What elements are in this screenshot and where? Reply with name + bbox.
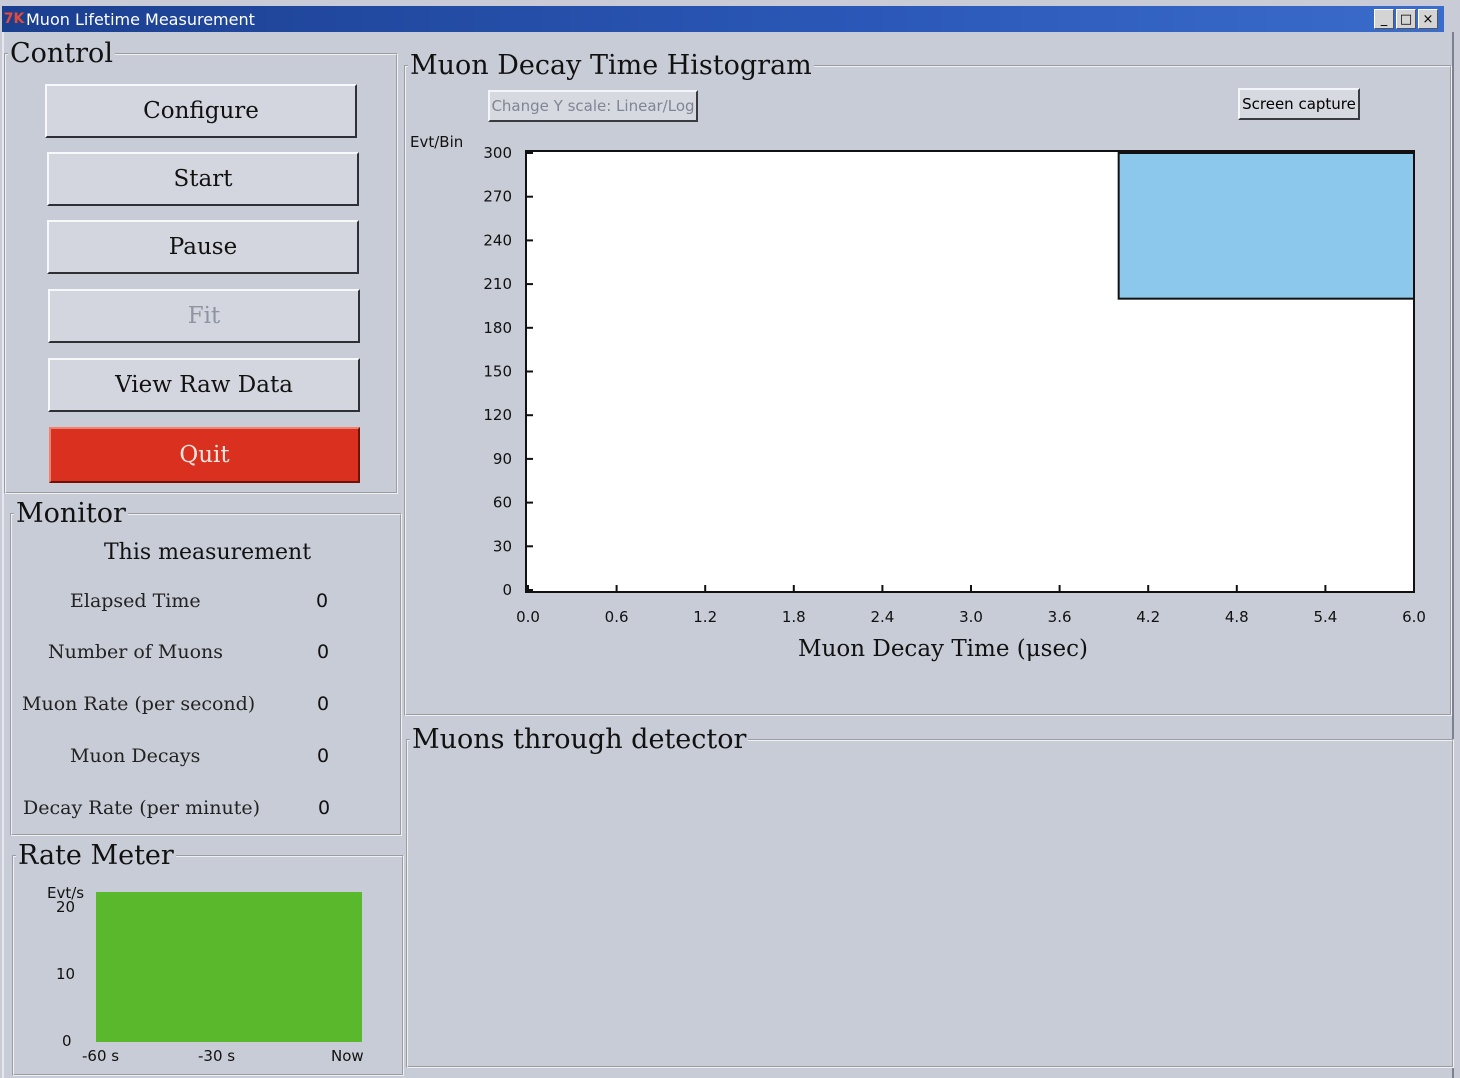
histogram-ytick-label: 270 bbox=[483, 188, 512, 206]
histogram-xtick-label: 0.6 bbox=[605, 608, 629, 626]
rate-meter-xtick-30: -30 s bbox=[198, 1047, 235, 1065]
elapsed-time-value: 0 bbox=[316, 590, 329, 612]
minimize-icon[interactable]: _ bbox=[1374, 9, 1394, 29]
start-button[interactable]: Start bbox=[47, 152, 359, 206]
histogram-chart: Evt/Bin 0 30 60 90 120 150 180 210 240 270 300 0.0 0… bbox=[410, 133, 1426, 662]
histogram-xtick-label: 6.0 bbox=[1402, 608, 1426, 626]
monitor-heading: This measurement bbox=[104, 540, 312, 565]
muon-rate-label: Muon Rate (per second) bbox=[22, 693, 256, 715]
number-of-muons-value: 0 bbox=[317, 641, 330, 663]
title-bar: 7K Muon Lifetime Measurement _ □ × bbox=[2, 6, 1444, 32]
histogram-xlabel: Muon Decay Time (μsec) bbox=[798, 636, 1088, 662]
close-icon[interactable]: × bbox=[1418, 9, 1438, 29]
rate-meter-xtick-now: Now bbox=[331, 1047, 364, 1065]
histogram-ylabel: Evt/Bin bbox=[410, 133, 463, 151]
histogram-ytick-label: 0 bbox=[502, 581, 512, 599]
histogram-xtick-label: 2.4 bbox=[870, 608, 894, 626]
maximize-icon[interactable]: □ bbox=[1396, 9, 1416, 29]
window-title: Muon Lifetime Measurement bbox=[26, 9, 255, 29]
fit-button[interactable]: Fit bbox=[48, 289, 360, 343]
elapsed-time-label: Elapsed Time bbox=[70, 590, 201, 612]
detector-panel: Muons through detector bbox=[406, 726, 1454, 1068]
histogram-ytick-label: 120 bbox=[483, 406, 512, 424]
change-y-scale-button[interactable]: Change Y scale: Linear/Log bbox=[488, 90, 698, 122]
rate-meter-ytick-10: 10 bbox=[56, 965, 75, 983]
muon-decays-value: 0 bbox=[317, 745, 330, 767]
histogram-ytick-label: 30 bbox=[493, 537, 512, 555]
monitor-legend: Monitor bbox=[16, 498, 126, 529]
number-of-muons-label: Number of Muons bbox=[48, 641, 224, 663]
rate-meter-xtick-60: -60 s bbox=[82, 1047, 119, 1065]
histogram-xtick-label: 1.8 bbox=[782, 608, 806, 626]
histogram-xtick-label: 3.6 bbox=[1048, 608, 1072, 626]
histogram-ytick-label: 90 bbox=[493, 450, 512, 468]
histogram-ytick-label: 240 bbox=[483, 231, 512, 249]
histogram-ytick-label: 210 bbox=[483, 275, 512, 293]
histogram-xtick-label: 5.4 bbox=[1313, 608, 1337, 626]
configure-button[interactable]: Configure bbox=[45, 84, 357, 138]
decay-rate-value: 0 bbox=[318, 797, 331, 819]
histogram-xtick-label: 4.8 bbox=[1225, 608, 1249, 626]
window-controls: _ □ × bbox=[1374, 9, 1438, 29]
screen-capture-button[interactable]: Screen capture bbox=[1238, 88, 1360, 120]
histogram-ytick-label: 180 bbox=[483, 319, 512, 337]
histogram-xtick-label: 0.0 bbox=[516, 608, 540, 626]
view-raw-data-button[interactable]: View Raw Data bbox=[48, 358, 360, 412]
histogram-ytick-label: 300 bbox=[483, 144, 512, 162]
muon-rate-value: 0 bbox=[317, 693, 330, 715]
pause-button[interactable]: Pause bbox=[47, 220, 359, 274]
quit-button[interactable]: Quit bbox=[49, 427, 360, 483]
rate-meter-ytick-0: 0 bbox=[62, 1032, 72, 1050]
histogram-ytick-label: 150 bbox=[483, 363, 512, 381]
muon-decays-label: Muon Decays bbox=[70, 745, 201, 767]
rate-meter-legend: Rate Meter bbox=[18, 840, 174, 871]
detector-legend: Muons through detector bbox=[412, 724, 747, 755]
control-legend: Control bbox=[10, 38, 113, 69]
histogram-xtick-label: 4.2 bbox=[1136, 608, 1160, 626]
rate-meter-ytick-20: 20 bbox=[56, 898, 75, 916]
histogram-xtick-label: 1.2 bbox=[693, 608, 717, 626]
histogram-xtick-label: 3.0 bbox=[959, 608, 983, 626]
histogram-bar bbox=[1117, 152, 1416, 300]
window-body: Control Configure Start Pause Fit View R… bbox=[2, 32, 1454, 1078]
rate-meter-fill bbox=[96, 892, 362, 1042]
rate-meter-chart: Evt/s 20 10 0 -60 s -30 s Now bbox=[47, 884, 364, 1065]
histogram-ytick-label: 60 bbox=[493, 494, 512, 512]
histogram-legend: Muon Decay Time Histogram bbox=[410, 50, 812, 81]
decay-rate-label: Decay Rate (per minute) bbox=[23, 797, 261, 819]
app-icon: 7K bbox=[3, 11, 25, 27]
